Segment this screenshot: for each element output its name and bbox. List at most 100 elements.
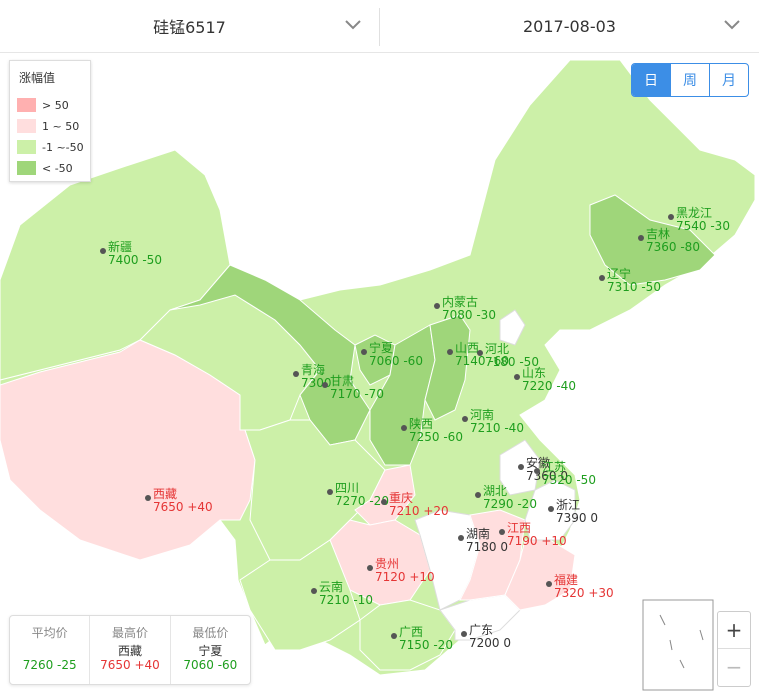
province-marker[interactable] [475,492,481,498]
province-value: 7250 -60 [409,430,463,444]
province-label: 山东 7220 -40 [522,367,576,393]
avg-spacer [10,642,89,658]
province-label: 陕西 7250 -60 [409,418,463,444]
legend-label: -1 ~-50 [42,140,84,154]
province-marker[interactable] [638,235,644,241]
chevron-down-icon[interactable] [724,18,740,32]
province-label: 广西 7150 -20 [399,626,453,652]
province-value: 7200 0 [469,636,511,650]
province-marker[interactable] [401,425,407,431]
china-price-map[interactable]: 新疆 7400 -50 西藏 7650 +40 青海 7300 甘肃 7170 -70 宁夏 70… [0,53,759,694]
legend-item[interactable]: < -50 [17,160,73,176]
province-label: 福建 7320 +30 [554,574,614,600]
province-marker[interactable] [534,468,540,474]
date-select-value: 2017-08-03 [523,16,616,36]
province-value: 7170 -70 [330,387,384,401]
province-value: 7210 -10 [319,593,373,607]
province-label: 辽宁 7310 -50 [607,268,661,294]
south-china-sea-inset [642,599,714,691]
province-marker[interactable] [462,416,468,422]
max-label: 最高价 [111,626,148,640]
province-value: 7400 -50 [108,253,162,267]
province-value: 7120 +10 [375,570,435,584]
max-value: 7650 +40 [100,658,160,672]
province-marker[interactable] [499,529,505,535]
period-month-button[interactable]: 月 [710,64,748,96]
legend-item[interactable]: -1 ~-50 [17,139,84,155]
province-marker[interactable] [367,565,373,571]
province-marker[interactable] [458,535,464,541]
legend: 涨幅值 > 50 1 ~ 50 -1 ~-50 < -50 [9,60,91,182]
china-map-svg [0,59,756,691]
legend-swatch [17,140,36,154]
min-label: 最低价 [192,626,229,640]
province-value: 7210 +20 [389,504,449,518]
province-marker[interactable] [327,489,333,495]
avg-value: 7260 -25 [22,658,77,672]
province-label: 江西 7190 +10 [507,522,567,548]
province-label: 宁夏 7060 -60 [369,342,423,368]
province-marker[interactable] [477,350,483,356]
province-label: 新疆 7400 -50 [108,241,162,267]
province-marker[interactable] [548,506,554,512]
legend-swatch [17,98,36,112]
avg-label: 平均价 [31,626,68,640]
province-label: 广东 7200 0 [469,624,511,650]
product-select[interactable]: 硅锰6517 [0,0,379,52]
province-label: 湖北 7290 -20 [483,485,537,511]
province-marker[interactable] [514,374,520,380]
province-marker[interactable] [145,495,151,501]
province-label: 重庆 7210 +20 [389,492,449,518]
province-label: 内蒙古 7080 -30 [442,296,496,322]
province-value: 7310 -50 [607,280,661,294]
province-marker[interactable] [434,303,440,309]
summary-panel: 平均价 7260 -25 最高价 西藏 7650 +40 最低价 宁夏 7060… [9,615,251,685]
province-label: 甘肃 7170 -70 [330,375,384,401]
province-value: 7320 -50 [542,473,596,487]
zoom-in-button[interactable]: + [718,612,750,648]
province-value: 7060 -60 [369,354,423,368]
province-marker[interactable] [668,214,674,220]
province-label: 吉林 7360 -80 [646,228,700,254]
province-marker[interactable] [599,275,605,281]
province-marker[interactable] [361,349,367,355]
date-select[interactable]: 2017-08-03 [380,0,759,52]
max-stat: 最高价 西藏 7650 +40 [90,616,171,684]
filter-bar: 硅锰6517 2017-08-03 [0,0,759,53]
province-value: 7360 -80 [646,240,700,254]
period-day-button[interactable]: 日 [632,64,671,96]
province-marker[interactable] [461,631,467,637]
province-value: 7650 +40 [153,500,213,514]
legend-item[interactable]: > 50 [17,97,69,113]
legend-title: 涨幅值 [19,71,56,85]
avg-stat: 平均价 7260 -25 [10,616,91,684]
province-marker[interactable] [391,633,397,639]
legend-label: 1 ~ 50 [42,119,80,133]
province-marker[interactable] [546,581,552,587]
period-toggle: 日 周 月 [631,63,749,97]
legend-swatch [17,161,36,175]
province-marker[interactable] [293,371,299,377]
province-marker[interactable] [322,382,328,388]
max-province: 西藏 [117,644,142,658]
period-week-button[interactable]: 周 [671,64,710,96]
province-value: 7190 +10 [507,534,567,548]
province-value: 7180 0 [466,540,508,554]
province-marker[interactable] [381,499,387,505]
province-marker[interactable] [100,248,106,254]
province-marker[interactable] [447,349,453,355]
product-select-value: 硅锰6517 [153,18,226,37]
legend-label: < -50 [42,161,73,175]
province-value: 7080 -30 [442,308,496,322]
province-label: 河南 7210 -40 [470,409,524,435]
province-marker[interactable] [311,588,317,594]
chevron-down-icon[interactable] [345,18,361,32]
zoom-out-button[interactable]: − [718,648,750,685]
province-label: 贵州 7120 +10 [375,558,435,584]
province-marker[interactable] [518,464,524,470]
province-value: 7150 -20 [399,638,453,652]
min-province: 宁夏 [198,644,223,658]
min-stat: 最低价 宁夏 7060 -60 [171,616,250,684]
legend-item[interactable]: 1 ~ 50 [17,118,79,134]
zoom-control: + − [717,611,751,687]
